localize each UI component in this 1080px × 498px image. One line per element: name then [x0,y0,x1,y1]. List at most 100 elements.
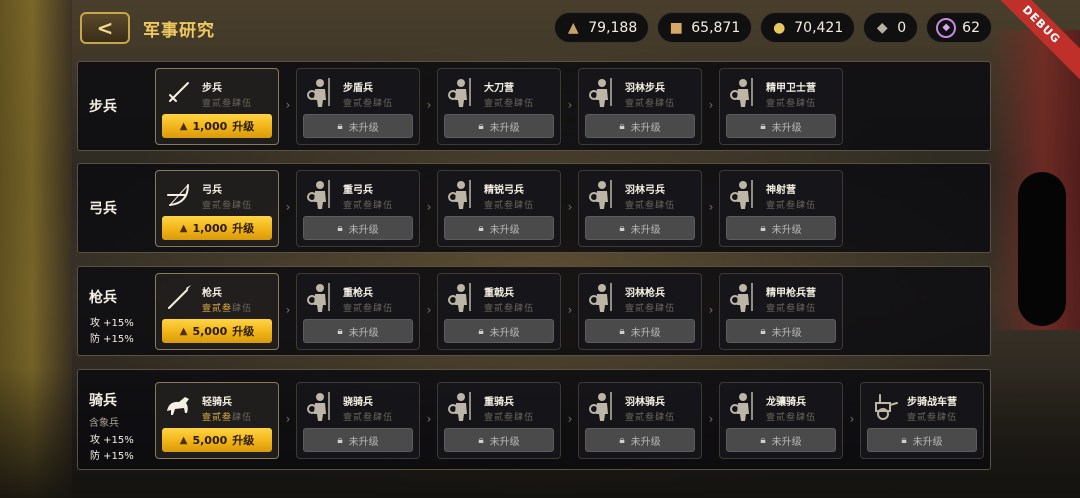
upgrade-label: 升级 [232,325,255,338]
upgrade-button[interactable]: ▲ 1,000 升级 [162,114,272,138]
lock-icon: 🔒︎ [760,434,766,446]
resource-gold[interactable]: ● 70,421 [760,12,856,43]
locked-button: 🔒︎ 未升级 [585,428,695,452]
research-row: 枪兵攻 +15% 防 +15% 枪兵 壹贰叁肆伍 ▲ 5,000 升级 › 重枪兵 壹贰叁肆伍 🔒︎… [77,266,991,356]
upgrade-button[interactable]: ▲ 5,000 升级 [162,428,272,452]
resource-gold-value: 70,421 [794,19,844,36]
locked-button: 🔒︎ 未升级 [303,216,413,240]
unit-card[interactable]: 羽林枪兵 壹贰叁肆伍 🔒︎ 未升级 [578,273,702,350]
locked-button: 🔒︎ 未升级 [444,114,554,138]
armored-guard-icon [726,75,760,109]
resource-gem[interactable]: ◆ 62 [926,12,992,43]
unit-tier-levels: 壹贰叁肆伍 [766,304,817,314]
chevron-right-icon: › [426,412,432,426]
resource-food[interactable]: ▲ 79,188 [554,12,650,43]
row-label: 步兵 [89,99,117,115]
upgrade-cost: 5,000 [192,324,228,338]
gold-cost-icon: ▲ [179,120,188,132]
locked-button: 🔒︎ 未升级 [585,319,695,343]
unit-name: 步盾兵 [343,83,373,94]
unit-card[interactable]: 龙骧骑兵 壹贰叁肆伍 🔒︎ 未升级 [719,382,843,459]
unit-tier-levels: 壹贰叁肆伍 [202,304,253,314]
unit-card[interactable]: 大刀营 壹贰叁肆伍 🔒︎ 未升级 [437,68,561,145]
chevron-right-icon: › [708,303,714,317]
locked-label: 未升级 [348,122,379,134]
chevron-right-icon: › [285,412,291,426]
unit-name: 重枪兵 [343,288,373,299]
locked-button: 🔒︎ 未升级 [303,428,413,452]
unit-card[interactable]: 步盾兵 壹贰叁肆伍 🔒︎ 未升级 [296,68,420,145]
armored-spearman-icon [726,280,760,314]
unit-card[interactable]: 枪兵壹贰叁肆伍 ▲ 5,000 升级 [155,273,279,350]
locked-label: 未升级 [489,224,520,236]
back-button[interactable]: < [80,12,130,44]
unit-tier-levels: 壹贰叁肆伍 [202,99,253,109]
marksman-icon [726,177,760,211]
unit-card[interactable]: 骁骑兵 壹贰叁肆伍 🔒︎ 未升级 [296,382,420,459]
lock-icon: 🔒︎ [760,120,766,132]
unit-card[interactable]: 步兵 壹贰叁肆伍 ▲ 1,000 升级 [155,68,279,145]
unit-card[interactable]: 羽林弓兵 壹贰叁肆伍 🔒︎ 未升级 [578,170,702,247]
scroll-handle[interactable] [1018,172,1066,326]
unit-card[interactable]: 重戟兵 壹贰叁肆伍 🔒︎ 未升级 [437,273,561,350]
unit-tier-levels: 壹贰叁肆伍 [484,413,535,423]
halberd-soldier-icon [444,75,478,109]
gold-cost-icon: ▲ [179,434,188,446]
upgrade-button[interactable]: ▲ 1,000 升级 [162,216,272,240]
locked-button: 🔒︎ 未升级 [303,319,413,343]
resource-food-value: 79,188 [588,19,638,36]
unit-tier-levels: 壹贰叁肆伍 [625,99,676,109]
lock-icon: 🔒︎ [619,222,625,234]
elite-archer-icon [444,177,478,211]
unit-card[interactable]: 精锐弓兵 壹贰叁肆伍 🔒︎ 未升级 [437,170,561,247]
unit-name: 枪兵 [202,288,222,299]
lock-icon: 🔒︎ [760,325,766,337]
chevron-right-icon: › [285,303,291,317]
imperial-spearman-icon [585,280,619,314]
resource-wood[interactable]: ■ 65,871 [657,12,753,43]
locked-label: 未升级 [348,436,379,448]
gold-cost-icon: ▲ [179,325,188,337]
unit-card[interactable]: 重弓兵 壹贰叁肆伍 🔒︎ 未升级 [296,170,420,247]
unit-tier-levels: 壹贰叁肆伍 [484,201,535,211]
imperial-cavalry-icon [585,389,619,423]
unit-card[interactable]: 轻骑兵 壹贰叁肆伍 ▲ 5,000 升级 [155,382,279,459]
archer-icon [303,177,337,211]
unit-card[interactable]: 重枪兵 壹贰叁肆伍 🔒︎ 未升级 [296,273,420,350]
unit-name: 重骑兵 [484,397,514,408]
unit-name: 精甲卫士营 [766,83,816,94]
locked-button: 🔒︎ 未升级 [867,428,977,452]
unit-card[interactable]: 神射营 壹贰叁肆伍 🔒︎ 未升级 [719,170,843,247]
resource-ore[interactable]: ◆ 0 [863,12,919,43]
unit-name: 羽林步兵 [625,83,665,94]
unit-name: 羽林枪兵 [625,288,665,299]
upgrade-button[interactable]: ▲ 5,000 升级 [162,319,272,343]
unit-card[interactable]: 羽林骑兵 壹贰叁肆伍 🔒︎ 未升级 [578,382,702,459]
locked-label: 未升级 [912,436,943,448]
unit-tier-levels: 壹贰叁肆伍 [766,99,817,109]
resource-bar: ▲ 79,188 ■ 65,871 ● 70,421 ◆ 0 ◆ 62 [554,12,992,43]
unit-card[interactable]: 精甲卫士营 壹贰叁肆伍 🔒︎ 未升级 [719,68,843,145]
lock-icon: 🔒︎ [760,222,766,234]
imperial-archer-icon [585,177,619,211]
heavy-cavalry-icon [444,389,478,423]
row-sublabel: 含象兵 [89,418,119,429]
gem-icon: ◆ [936,17,957,38]
chevron-right-icon: › [708,98,714,112]
chevron-right-icon: › [426,98,432,112]
lock-icon: 🔒︎ [478,434,484,446]
unit-card[interactable]: 精甲枪兵营 壹贰叁肆伍 🔒︎ 未升级 [719,273,843,350]
lock-icon: 🔒︎ [337,325,343,337]
unit-card[interactable]: 羽林步兵 壹贰叁肆伍 🔒︎ 未升级 [578,68,702,145]
resource-wood-value: 65,871 [691,19,741,36]
resource-ore-value: 0 [897,19,907,36]
unit-card[interactable]: 重骑兵 壹贰叁肆伍 🔒︎ 未升级 [437,382,561,459]
locked-button: 🔒︎ 未升级 [303,114,413,138]
war-chariot-icon [867,389,901,423]
dragon-cavalry-icon [726,389,760,423]
chevron-right-icon: › [708,200,714,214]
lock-icon: 🔒︎ [337,434,343,446]
lock-icon: 🔒︎ [478,325,484,337]
unit-card[interactable]: 弓兵 壹贰叁肆伍 ▲ 1,000 升级 [155,170,279,247]
unit-card[interactable]: 步骑战车营 壹贰叁肆伍 🔒︎ 未升级 [860,382,984,459]
